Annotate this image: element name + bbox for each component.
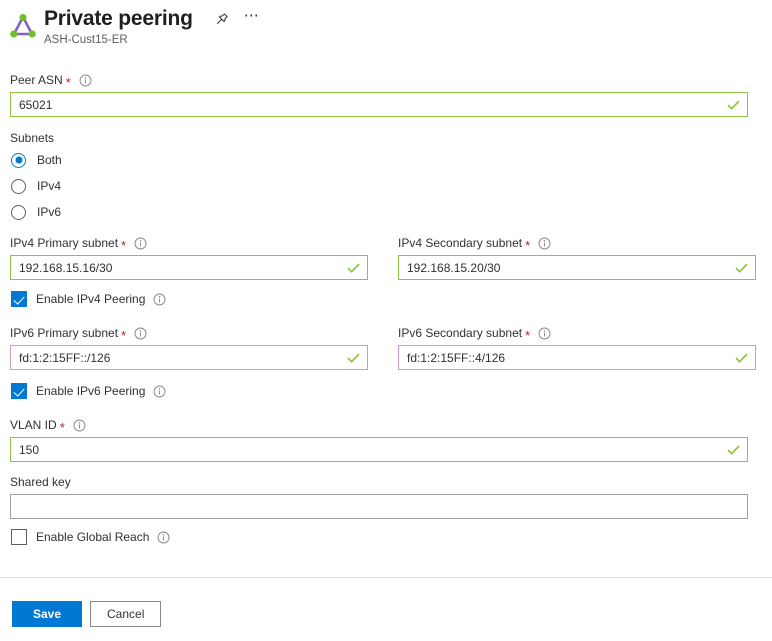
required-asterisk: * xyxy=(60,422,65,433)
ipv6-secondary-label: IPv6 Secondary subnet * xyxy=(398,325,756,341)
footer-divider xyxy=(0,577,772,578)
save-button[interactable]: Save xyxy=(12,601,82,627)
radio-label-ipv4: IPv4 xyxy=(37,179,61,193)
ipv4-primary-input[interactable] xyxy=(11,256,367,279)
shared-key-input[interactable] xyxy=(11,495,747,518)
field-ipv6-primary: IPv6 Primary subnet * xyxy=(10,325,368,370)
page-header: Private peering ⋯ ASH-Cust15-ER xyxy=(0,0,772,48)
enable-global-reach-label: Enable Global Reach xyxy=(36,530,149,544)
subnets-radio-group: Both IPv4 IPv6 xyxy=(10,149,62,223)
info-icon[interactable] xyxy=(538,237,551,250)
radio-option-both[interactable]: Both xyxy=(10,149,62,171)
enable-global-reach-row[interactable]: Enable Global Reach xyxy=(10,527,170,547)
page-title: Private peering xyxy=(44,6,193,32)
form-footer: Save Cancel xyxy=(12,601,161,627)
cancel-button[interactable]: Cancel xyxy=(90,601,161,627)
peer-asn-label-text: Peer ASN xyxy=(10,72,63,88)
field-ipv6-secondary: IPv6 Secondary subnet * xyxy=(398,325,756,370)
field-enable-ipv6-peering: Enable IPv6 Peering xyxy=(10,381,166,401)
ipv4-primary-label: IPv4 Primary subnet * xyxy=(10,235,368,251)
ipv6-secondary-label-text: IPv6 Secondary subnet xyxy=(398,325,522,341)
enable-ipv6-peering-row[interactable]: Enable IPv6 Peering xyxy=(10,381,166,401)
ipv4-subnet-row: IPv4 Primary subnet * IPv4 Se xyxy=(10,235,756,280)
peer-asn-input-wrap[interactable] xyxy=(10,92,748,117)
ipv6-primary-label: IPv6 Primary subnet * xyxy=(10,325,368,341)
field-peer-asn: Peer ASN * xyxy=(10,72,748,117)
shared-key-label-text: Shared key xyxy=(10,474,71,490)
ellipsis-icon[interactable]: ⋯ xyxy=(239,7,265,31)
field-vlan-id: VLAN ID * xyxy=(10,417,748,462)
radio-button-both[interactable] xyxy=(11,153,26,168)
info-icon[interactable] xyxy=(153,385,166,398)
pin-icon[interactable] xyxy=(209,7,235,31)
ipv4-secondary-input-wrap[interactable] xyxy=(398,255,756,280)
info-icon[interactable] xyxy=(73,419,86,432)
ipv6-subnet-row: IPv6 Primary subnet * IPv6 Se xyxy=(10,325,756,370)
subnets-label: Subnets xyxy=(10,130,62,146)
ipv4-primary-label-text: IPv4 Primary subnet xyxy=(10,235,118,251)
info-icon[interactable] xyxy=(79,74,92,87)
vlan-id-label-text: VLAN ID xyxy=(10,417,57,433)
info-icon[interactable] xyxy=(134,237,147,250)
required-asterisk: * xyxy=(121,330,126,341)
required-asterisk: * xyxy=(525,330,530,341)
peer-asn-label: Peer ASN * xyxy=(10,72,748,88)
ipv4-secondary-label: IPv4 Secondary subnet * xyxy=(398,235,756,251)
radio-option-ipv6[interactable]: IPv6 xyxy=(10,201,62,223)
required-asterisk: * xyxy=(121,240,126,251)
subnets-label-text: Subnets xyxy=(10,130,54,146)
info-icon[interactable] xyxy=(153,293,166,306)
express-route-circuit-icon xyxy=(8,12,38,42)
shared-key-label: Shared key xyxy=(10,474,748,490)
ipv4-secondary-input[interactable] xyxy=(399,256,755,279)
info-icon[interactable] xyxy=(157,531,170,544)
field-shared-key: Shared key xyxy=(10,474,748,519)
shared-key-input-wrap[interactable] xyxy=(10,494,748,519)
ipv6-primary-label-text: IPv6 Primary subnet xyxy=(10,325,118,341)
required-asterisk: * xyxy=(66,77,71,88)
radio-button-ipv4[interactable] xyxy=(11,179,26,194)
radio-label-ipv6: IPv6 xyxy=(37,205,61,219)
ipv6-secondary-input-wrap[interactable] xyxy=(398,345,756,370)
enable-global-reach-checkbox[interactable] xyxy=(11,529,27,545)
info-icon[interactable] xyxy=(134,327,147,340)
ipv4-primary-input-wrap[interactable] xyxy=(10,255,368,280)
peer-asn-input[interactable] xyxy=(11,93,747,116)
info-icon[interactable] xyxy=(538,327,551,340)
vlan-id-label: VLAN ID * xyxy=(10,417,748,433)
enable-ipv4-peering-row[interactable]: Enable IPv4 Peering xyxy=(10,289,166,309)
radio-option-ipv4[interactable]: IPv4 xyxy=(10,175,62,197)
ipv6-secondary-input[interactable] xyxy=(399,346,755,369)
radio-label-both: Both xyxy=(37,153,62,167)
ipv6-primary-input[interactable] xyxy=(11,346,367,369)
enable-ipv6-peering-label: Enable IPv6 Peering xyxy=(36,384,145,398)
radio-button-ipv6[interactable] xyxy=(11,205,26,220)
field-ipv4-secondary: IPv4 Secondary subnet * xyxy=(398,235,756,280)
field-subnets: Subnets Both IPv4 IPv6 xyxy=(10,130,62,223)
enable-ipv4-peering-checkbox[interactable] xyxy=(11,291,27,307)
header-actions: ⋯ xyxy=(209,7,265,31)
enable-ipv4-peering-label: Enable IPv4 Peering xyxy=(36,292,145,306)
field-enable-ipv4-peering: Enable IPv4 Peering xyxy=(10,289,166,309)
resource-subtitle: ASH-Cust15-ER xyxy=(44,33,772,47)
field-ipv4-primary: IPv4 Primary subnet * xyxy=(10,235,368,280)
field-enable-global-reach: Enable Global Reach xyxy=(10,527,170,547)
vlan-id-input[interactable] xyxy=(11,438,747,461)
required-asterisk: * xyxy=(525,240,530,251)
ipv6-primary-input-wrap[interactable] xyxy=(10,345,368,370)
enable-ipv6-peering-checkbox[interactable] xyxy=(11,383,27,399)
vlan-id-input-wrap[interactable] xyxy=(10,437,748,462)
ipv4-secondary-label-text: IPv4 Secondary subnet xyxy=(398,235,522,251)
